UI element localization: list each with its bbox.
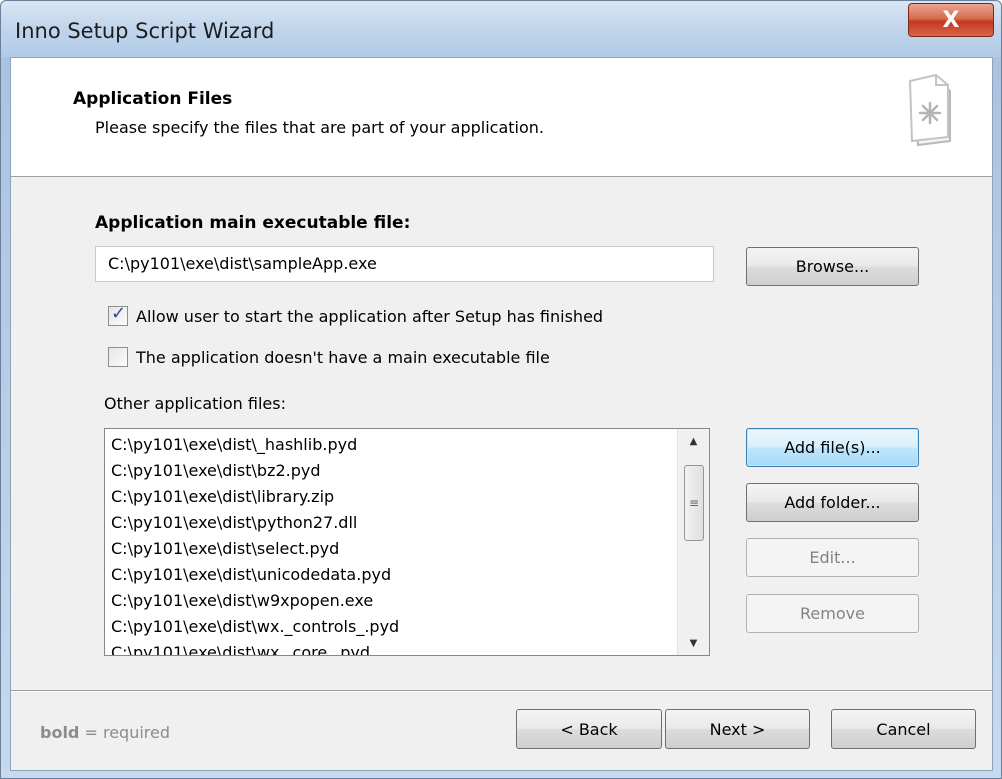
scroll-thumb[interactable]: ≡	[684, 465, 704, 541]
browse-button[interactable]: Browse...	[746, 247, 919, 286]
list-item[interactable]: C:\py101\exe\dist\_hashlib.pyd	[111, 432, 681, 458]
hint-bold-word: bold	[40, 723, 80, 742]
footer-divider	[11, 690, 992, 692]
no-main-exe-option[interactable]: The application doesn't have a main exec…	[108, 345, 550, 369]
back-button[interactable]: < Back	[516, 709, 662, 749]
wizard-document-icon	[908, 73, 951, 147]
other-files-label: Other application files:	[104, 394, 286, 413]
vertical-scrollbar[interactable]: ▲ ≡ ▼	[677, 429, 709, 655]
main-exe-input[interactable]: C:\py101\exe\dist\sampleApp.exe	[95, 246, 714, 282]
main-exe-label: Application main executable file:	[95, 213, 411, 233]
file-list: C:\py101\exe\dist\_hashlib.pyd C:\py101\…	[111, 432, 681, 655]
allow-start-option[interactable]: ✓ Allow user to start the application af…	[108, 303, 603, 328]
title-bar[interactable]: Inno Setup Script Wizard X	[1, 1, 1001, 57]
other-files-listbox[interactable]: C:\py101\exe\dist\_hashlib.pyd C:\py101\…	[104, 428, 710, 656]
list-item[interactable]: C:\py101\exe\dist\unicodedata.pyd	[111, 562, 681, 588]
list-item[interactable]: C:\py101\exe\dist\python27.dll	[111, 510, 681, 536]
list-item[interactable]: C:\py101\exe\dist\wx._core_.pyd	[111, 640, 681, 655]
no-main-exe-label[interactable]: The application doesn't have a main exec…	[136, 348, 550, 367]
hint-text: = required	[79, 723, 171, 742]
list-item[interactable]: C:\py101\exe\dist\w9xpopen.exe	[111, 588, 681, 614]
list-item[interactable]: C:\py101\exe\dist\select.pyd	[111, 536, 681, 562]
page-subtitle: Please specify the files that are part o…	[95, 118, 544, 137]
next-button[interactable]: Next >	[665, 709, 810, 749]
wizard-header: Application Files Please specify the fil…	[11, 58, 992, 177]
scroll-up-arrow-icon[interactable]: ▲	[678, 429, 709, 453]
close-icon: X	[942, 7, 960, 33]
cancel-button[interactable]: Cancel	[831, 709, 976, 749]
remove-button[interactable]: Remove	[746, 594, 919, 633]
window-title: Inno Setup Script Wizard	[15, 19, 275, 43]
list-item[interactable]: C:\py101\exe\dist\wx._controls_.pyd	[111, 614, 681, 640]
edit-button[interactable]: Edit...	[746, 538, 919, 577]
close-button[interactable]: X	[908, 3, 994, 37]
list-item[interactable]: C:\py101\exe\dist\bz2.pyd	[111, 458, 681, 484]
wizard-window: Inno Setup Script Wizard X Application F…	[0, 0, 1002, 779]
no-main-exe-checkbox[interactable]	[108, 347, 128, 367]
add-files-button[interactable]: Add file(s)...	[746, 428, 919, 467]
wizard-client-area: Application Files Please specify the fil…	[10, 57, 993, 771]
allow-start-label[interactable]: Allow user to start the application afte…	[136, 307, 603, 326]
checkmark-icon: ✓	[111, 303, 127, 324]
page-title: Application Files	[73, 89, 233, 109]
add-folder-button[interactable]: Add folder...	[746, 483, 919, 522]
scroll-down-arrow-icon[interactable]: ▼	[678, 631, 709, 655]
required-hint: bold = required	[40, 723, 170, 742]
allow-start-checkbox[interactable]: ✓	[108, 303, 128, 326]
list-item[interactable]: C:\py101\exe\dist\library.zip	[111, 484, 681, 510]
